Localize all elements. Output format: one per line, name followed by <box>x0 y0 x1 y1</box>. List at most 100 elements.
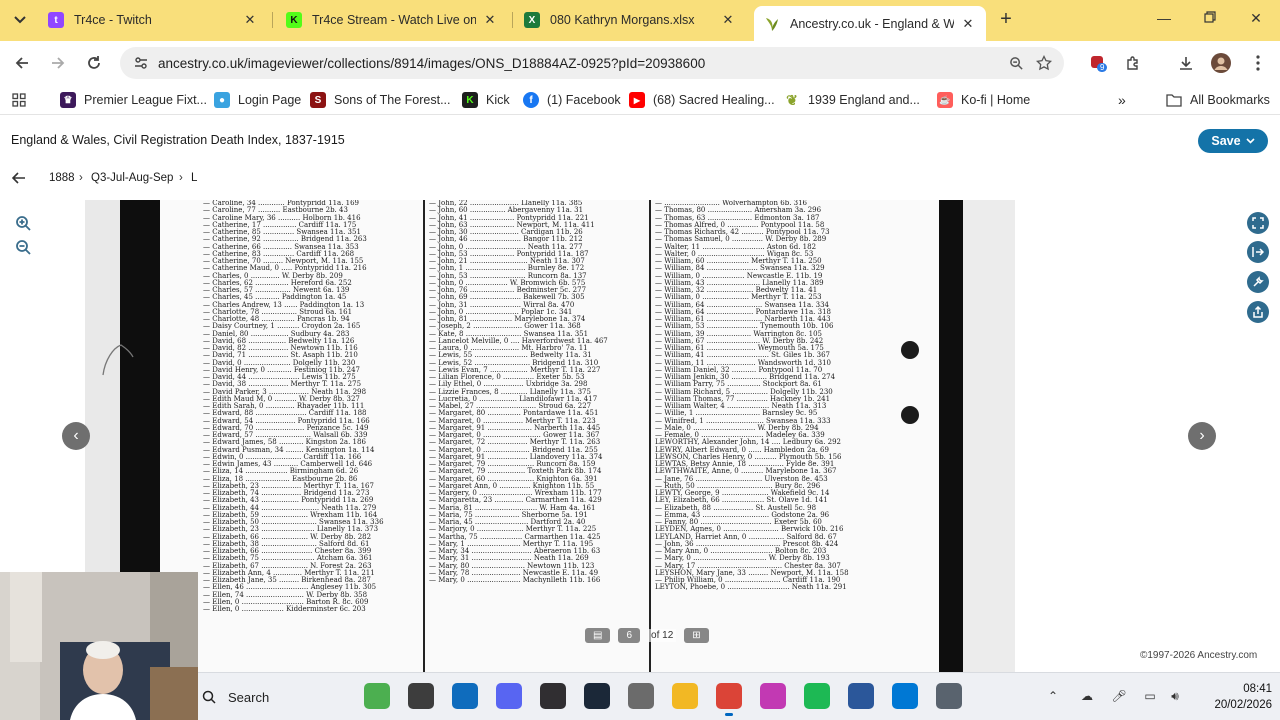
url-text[interactable]: ancestry.co.uk/imageviewer/collections/8… <box>158 56 1002 71</box>
tab-excel[interactable]: X 080 Kathryn Morgans.xlsx ✕ <box>514 6 746 34</box>
games-icon[interactable] <box>364 683 390 709</box>
back-icon[interactable] <box>11 52 33 74</box>
bookmark-facebook[interactable]: f (1) Facebook <box>523 91 621 109</box>
site-info-icon[interactable] <box>126 48 156 78</box>
volume-icon[interactable]: 🔊︎ <box>1166 687 1184 705</box>
bookmark-label: Login Page <box>238 93 302 107</box>
bookmark-kofi[interactable]: ☕ Ko-fi | Home <box>937 91 1030 109</box>
filmstrip-icon[interactable]: ▤ <box>585 627 611 643</box>
snipping-icon[interactable] <box>760 683 786 709</box>
zoom-out-icon[interactable] <box>13 237 33 257</box>
zoom-icon[interactable] <box>1002 49 1030 77</box>
youtube-icon: ▶ <box>629 92 645 108</box>
star-icon[interactable] <box>1030 49 1058 77</box>
fullscreen-icon[interactable] <box>1247 212 1269 234</box>
chevron-up-icon[interactable]: ⌃ <box>1044 687 1062 705</box>
store-icon[interactable] <box>628 683 654 709</box>
tab-search-menu[interactable] <box>8 8 32 32</box>
folder-icon[interactable] <box>672 683 698 709</box>
bookmark-1939-england[interactable]: ❦ 1939 England and... <box>784 91 920 109</box>
punch-hole <box>901 406 919 424</box>
close-icon[interactable]: ✕ <box>242 12 258 28</box>
photos-icon[interactable] <box>892 683 918 709</box>
tab-kick-stream[interactable]: K Tr4ce Stream - Watch Live on K ✕ <box>276 6 508 34</box>
kofi-icon: ☕ <box>937 92 953 108</box>
bookmarks-bar: ♛ Premier League Fixt... ● Login Page S … <box>0 85 1280 115</box>
next-image-button[interactable]: › <box>1188 422 1216 450</box>
network-app-icon[interactable] <box>936 683 962 709</box>
taskbar: Search ⌃ ☁ 🎤︎ ▭ 🔊︎ 08:41 20/02/2026 <box>198 672 1280 720</box>
bookmark-label: Kick <box>486 93 510 107</box>
ledger-column-2: — John, 22 ...................... Llanel… <box>429 200 647 672</box>
download-icon[interactable] <box>1175 52 1197 74</box>
kebab-menu-icon[interactable] <box>1247 52 1269 74</box>
obs-icon[interactable] <box>540 683 566 709</box>
page-number-input[interactable]: 6 <box>618 627 641 643</box>
save-button[interactable]: Save <box>1198 129 1268 153</box>
share-icon[interactable] <box>1247 301 1269 323</box>
microphone-icon[interactable]: 🎤︎ <box>1110 687 1128 705</box>
record-image[interactable]: — Caroline, 34 ............ Pontypridd 1… <box>85 200 1015 672</box>
close-icon[interactable]: ✕ <box>720 12 736 28</box>
close-icon[interactable]: ✕ <box>960 16 976 32</box>
tools-icon[interactable] <box>1247 271 1269 293</box>
previous-image-button[interactable]: ‹ <box>62 422 90 450</box>
network-icon[interactable]: ▭ <box>1141 687 1159 705</box>
bookmark-sons-forest[interactable]: S Sons of The Forest... <box>310 91 451 109</box>
new-tab-button[interactable]: + <box>996 9 1016 30</box>
extension-icon[interactable]: 9 <box>1087 52 1109 74</box>
bookmark-kick[interactable]: K Kick <box>462 91 510 109</box>
excel-icon: X <box>524 12 540 28</box>
chrome-icon[interactable] <box>716 683 742 716</box>
file-manager-icon[interactable] <box>408 683 434 709</box>
minimize-icon[interactable]: — <box>1154 10 1174 30</box>
spotify-icon[interactable] <box>804 683 830 709</box>
sons-forest-icon: S <box>310 92 326 108</box>
ancestry-header: England & Wales, Civil Registration Deat… <box>0 124 1280 156</box>
chevron-down-icon <box>14 16 26 24</box>
tab-twitch[interactable]: t Tr4ce - Twitch ✕ <box>38 6 268 34</box>
browser-toolbar: ancestry.co.uk/imageviewer/collections/8… <box>0 41 1280 85</box>
zoom-in-icon[interactable] <box>13 213 33 233</box>
breadcrumb-letter[interactable]: L <box>191 172 197 184</box>
bookmark-login-page[interactable]: ● Login Page <box>214 91 301 109</box>
onedrive-icon[interactable]: ☁ <box>1078 687 1096 705</box>
bookmark-label: Ko-fi | Home <box>961 93 1031 107</box>
word-icon[interactable] <box>848 683 874 709</box>
breadcrumb-quarter[interactable]: Q3-Jul-Aug-Sep <box>91 172 173 184</box>
tab-title: Tr4ce Stream - Watch Live on K <box>312 13 476 27</box>
kick-icon: K <box>462 92 478 108</box>
all-bookmarks[interactable]: All Bookmarks <box>1166 91 1270 109</box>
chevron-right-icon: › <box>179 172 183 184</box>
forward-icon[interactable] <box>47 52 69 74</box>
puzzle-icon[interactable] <box>1122 52 1144 74</box>
close-window-icon[interactable]: ✕ <box>1246 10 1266 30</box>
system-clock[interactable]: 08:41 20/02/2026 <box>1198 681 1272 713</box>
clock-date: 20/02/2026 <box>1214 699 1272 711</box>
bookmark-premier-league[interactable]: ♛ Premier League Fixt... <box>60 91 207 109</box>
chevron-right-icon[interactable]: » <box>1118 91 1126 109</box>
copyright-notice: ©1997-2026 Ancestry.com <box>1140 650 1258 661</box>
discord-icon[interactable] <box>496 683 522 709</box>
steam-icon[interactable] <box>584 683 610 709</box>
login-page-icon: ● <box>214 92 230 108</box>
outlook-icon[interactable] <box>452 683 478 709</box>
breadcrumb-year[interactable]: 1888 <box>49 172 75 184</box>
folder-icon <box>1166 92 1182 108</box>
profile-avatar-icon[interactable] <box>1210 52 1232 74</box>
reload-icon[interactable] <box>83 52 105 74</box>
bookmark-sacred-healing[interactable]: ▶ (68) Sacred Healing... <box>629 91 775 109</box>
punch-hole <box>901 341 919 359</box>
fit-width-icon[interactable] <box>1247 241 1269 263</box>
facebook-icon: f <box>523 92 539 108</box>
grid-view-icon[interactable]: ⊞ <box>684 627 709 643</box>
close-icon[interactable]: ✕ <box>482 12 498 28</box>
apps-grid-icon[interactable] <box>12 91 26 109</box>
webcam-person-image <box>0 572 198 720</box>
restore-icon[interactable] <box>1200 10 1220 30</box>
back-arrow-icon[interactable] <box>10 169 28 187</box>
save-label: Save <box>1211 134 1241 148</box>
tab-ancestry[interactable]: Ancestry.co.uk - England & Wal ✕ <box>754 6 986 41</box>
search-placeholder: Search <box>228 689 270 705</box>
address-bar[interactable]: ancestry.co.uk/imageviewer/collections/8… <box>120 47 1064 79</box>
